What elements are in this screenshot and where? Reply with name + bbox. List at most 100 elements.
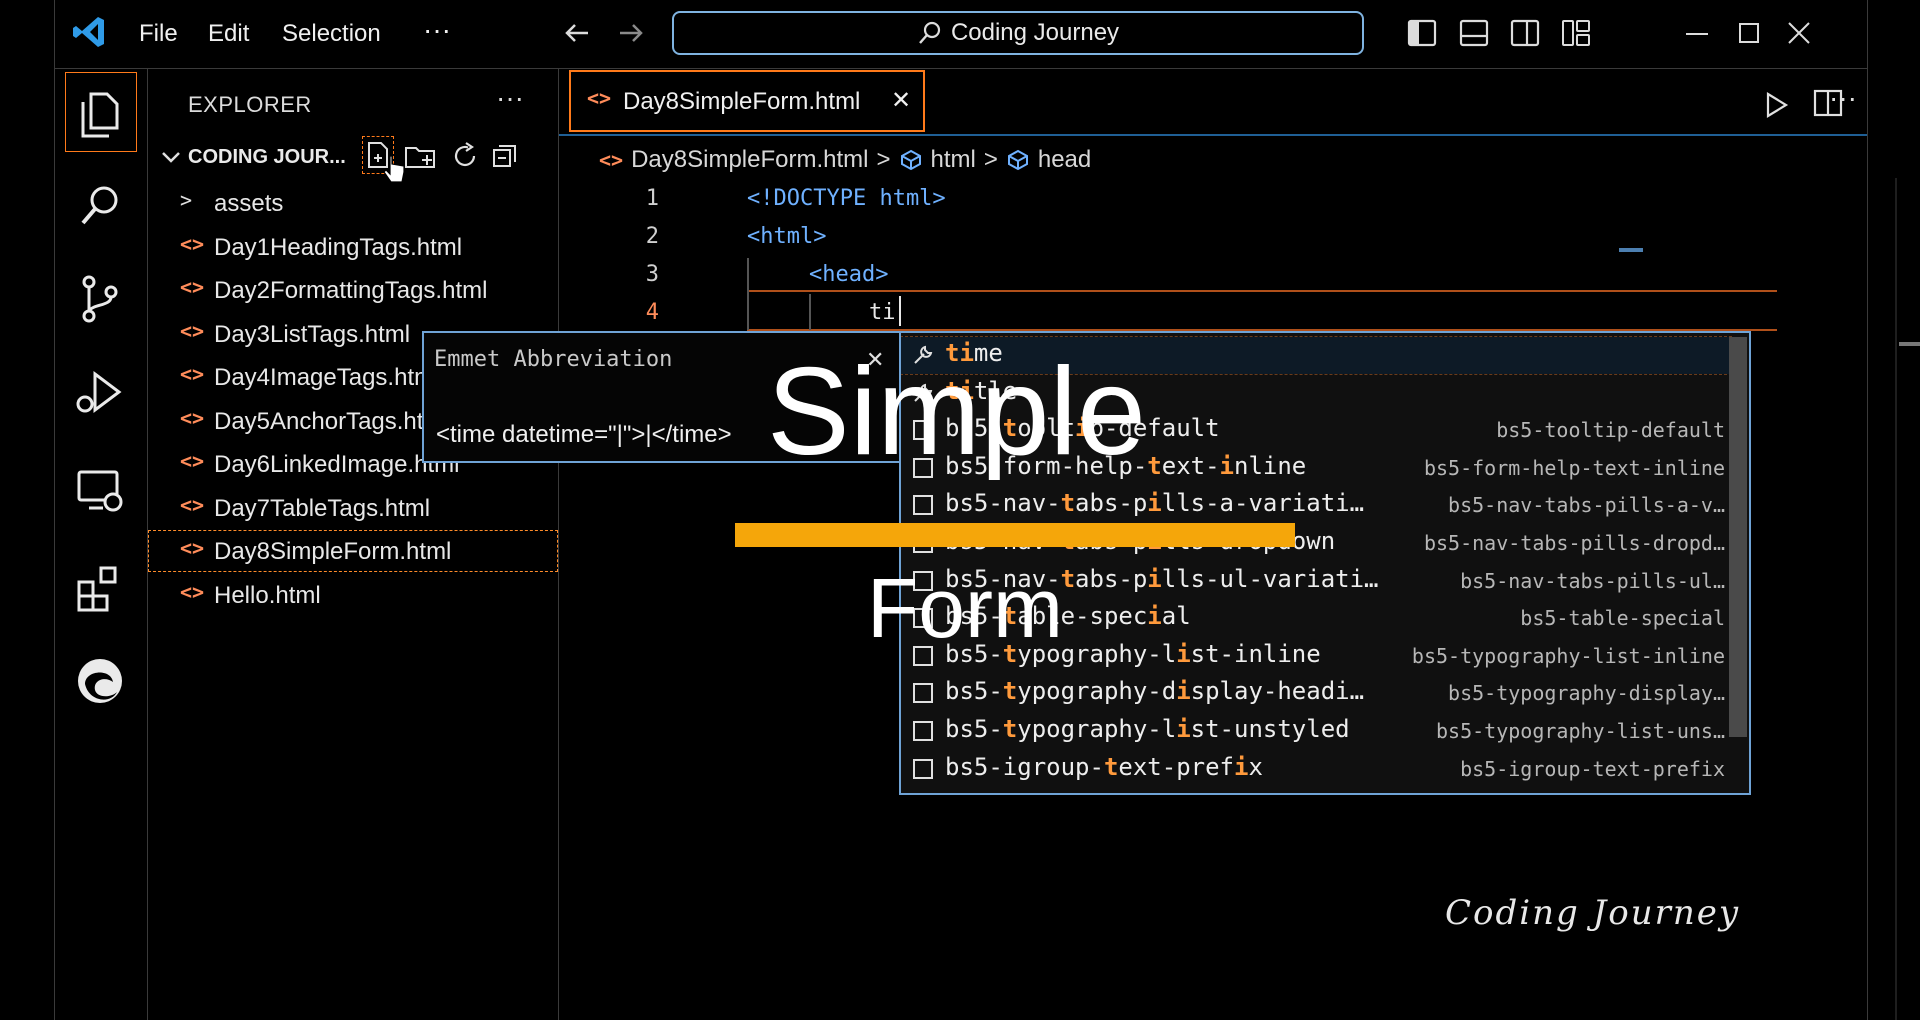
tree-item-label: Day3ListTags.html: [214, 320, 411, 348]
minimize-icon[interactable]: [1680, 16, 1714, 50]
html-file-icon: <>: [180, 275, 205, 299]
tree-item-label: Day7TableTags.html: [214, 494, 431, 522]
vscode-window: File Edit Selection ··· Coding Journey E…: [54, 0, 1920, 1020]
tab-strip-border: [559, 134, 1867, 136]
edge-browser-icon[interactable]: [71, 652, 129, 710]
current-line-border-top: [747, 290, 1777, 292]
vscode-logo-icon: [73, 17, 104, 47]
tree-file[interactable]: <> Day2FormattingTags.html: [148, 269, 558, 311]
tree-item-label: Day4ImageTags.html: [214, 364, 440, 391]
close-window-icon[interactable]: [1782, 16, 1816, 50]
overlay-title-line1: Simple: [767, 343, 1147, 481]
explorer-more-button[interactable]: ···: [496, 82, 524, 114]
command-center-search[interactable]: Coding Journey: [672, 11, 1364, 55]
customize-layout-icon[interactable]: [1559, 16, 1593, 50]
editor-more-button[interactable]: ···: [1829, 82, 1857, 114]
run-icon[interactable]: [1759, 88, 1793, 122]
remote-explorer-icon[interactable]: [71, 462, 129, 520]
suggestion-item[interactable]: bs5-typography-display-headi… bs5-typogra…: [901, 675, 1731, 712]
snippet-icon: [913, 721, 933, 741]
menu-selection[interactable]: Selection: [282, 20, 381, 48]
suggestion-detail: bs5-igroup-text-prefix: [1460, 756, 1725, 781]
search-view-icon[interactable]: [71, 178, 129, 236]
suggestion-label: bs5-igroup-text-prefix: [945, 752, 1263, 781]
tree-file[interactable]: <> Day7TableTags.html: [148, 487, 558, 529]
toggle-panel-icon[interactable]: [1457, 16, 1491, 50]
code-line-3[interactable]: <head>: [809, 262, 888, 287]
tree-item-label: Hello.html: [214, 581, 321, 609]
breadcrumb-head[interactable]: head: [1038, 146, 1091, 174]
toggle-secondary-sidebar-icon[interactable]: [1508, 16, 1542, 50]
tree-item-label: Day1HeadingTags.html: [214, 233, 463, 261]
snippet-icon: [913, 758, 933, 779]
breadcrumb-html[interactable]: html: [931, 146, 976, 174]
html-file-icon: <>: [180, 231, 205, 256]
explorer-title: EXPLORER: [188, 92, 312, 117]
suggestion-item[interactable]: bs5-nav-tabs-pills-a-variati… bs5-nav-tab…: [901, 487, 1731, 524]
explorer-icon[interactable]: [71, 84, 129, 142]
line-number-current: 4: [645, 300, 659, 325]
workspace-header[interactable]: CODING JOUR...: [148, 136, 558, 183]
suggestion-item[interactable]: bs5-typography-list-unstyled bs5-typograp…: [901, 713, 1731, 750]
suggestion-scrollbar[interactable]: [1729, 337, 1747, 737]
tree-file[interactable]: <> Day1HeadingTags.html: [148, 226, 558, 268]
maximize-icon[interactable]: [1732, 16, 1766, 50]
suggestion-label: bs5-nav-tabs-pills-a-variati…: [945, 489, 1365, 518]
breadcrumb-file[interactable]: Day8SimpleForm.html: [631, 146, 868, 174]
emmet-title: Emmet Abbreviation: [434, 347, 673, 372]
code-line-2[interactable]: <html>: [747, 224, 826, 249]
new-folder-icon[interactable]: [403, 140, 437, 172]
element-cube-icon: [900, 149, 921, 171]
tab-day8simpleform[interactable]: <> Day8SimpleForm.html ✕: [569, 70, 925, 132]
explorer-sidebar: EXPLORER ··· CODING JOUR... > assets <> …: [148, 68, 559, 1020]
collapse-all-icon[interactable]: [490, 140, 520, 172]
breadcrumb-separator: >: [983, 146, 998, 173]
html-file-icon: <>: [599, 148, 624, 172]
command-center-label: Coding Journey: [950, 19, 1120, 46]
title-bar: File Edit Selection ··· Coding Journey: [55, 0, 1867, 69]
forward-arrow-icon[interactable]: [614, 16, 648, 50]
suggestion-detail: bs5-nav-tabs-pills-a-v…: [1448, 493, 1725, 518]
tree-item-label: Day5AnchorTags.html: [214, 407, 449, 435]
channel-watermark: Coding Journey: [1445, 893, 1741, 933]
line-number: 1: [645, 186, 659, 211]
minimap-marker: [1619, 248, 1643, 252]
menu-edit[interactable]: Edit: [208, 20, 249, 48]
tab-label: Day8SimpleForm.html: [623, 88, 861, 115]
element-cube-icon: [1007, 149, 1028, 171]
code-line-4[interactable]: ti: [869, 300, 896, 325]
suggestion-detail: bs5-typography-list-inline: [1411, 643, 1725, 668]
overlay-accent-bar: [735, 523, 1295, 547]
back-arrow-icon[interactable]: [560, 16, 594, 50]
html-file-icon: <>: [180, 318, 205, 343]
suggestion-label: bs5-typography-list-unstyled: [945, 715, 1350, 743]
tab-close-icon[interactable]: ✕: [891, 86, 911, 115]
suggestion-detail: bs5-table-special: [1520, 606, 1725, 631]
tree-item-label: Day2FormattingTags.html: [214, 277, 488, 304]
tree-item-label: Day8SimpleForm.html: [214, 538, 452, 565]
toggle-primary-sidebar-icon[interactable]: [1405, 16, 1439, 50]
code-line-1[interactable]: <!DOCTYPE html>: [747, 186, 946, 211]
suggestion-item[interactable]: bs5-igroup-text-prefix bs5-igroup-text-pr…: [901, 751, 1731, 788]
menu-more[interactable]: ···: [423, 14, 451, 46]
html-file-icon: <>: [180, 449, 205, 473]
breadcrumb-separator: >: [876, 146, 891, 173]
tree-folder[interactable]: > assets: [148, 182, 558, 224]
suggestion-detail: bs5-typography-list-uns…: [1436, 719, 1725, 743]
indent-guide: [809, 294, 811, 330]
suggestion-detail: bs5-form-help-text-inline: [1423, 455, 1725, 480]
html-file-icon: <>: [180, 492, 205, 517]
snippet-icon: [913, 683, 933, 704]
refresh-icon[interactable]: [450, 140, 480, 172]
workspace-name: CODING JOUR...: [188, 146, 346, 168]
tree-file[interactable]: <> Hello.html: [148, 574, 558, 616]
source-control-icon[interactable]: [71, 270, 129, 328]
run-debug-icon[interactable]: [71, 364, 129, 422]
search-icon: [919, 21, 941, 44]
menu-file[interactable]: File: [139, 20, 178, 48]
extensions-icon[interactable]: [71, 558, 129, 616]
suggestion-detail: bs5-nav-tabs-pills-dropd…: [1423, 531, 1725, 555]
vertical-scrollbar[interactable]: [1895, 178, 1897, 1020]
tree-file[interactable]: <> Day8SimpleForm.html: [148, 530, 558, 572]
overlay-title-line2: Form: [867, 561, 1063, 655]
